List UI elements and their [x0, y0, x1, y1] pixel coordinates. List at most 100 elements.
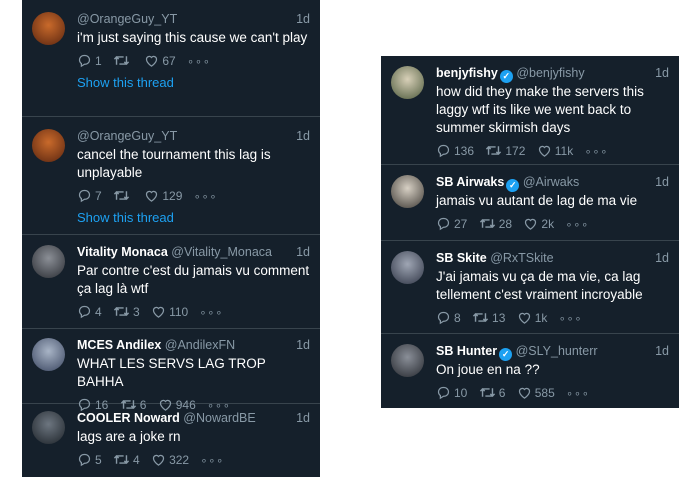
user-handle[interactable]: @benjyfishy	[516, 66, 584, 80]
like-button[interactable]: 110	[151, 304, 188, 320]
user-handle[interactable]: @RxTSkite	[490, 251, 553, 265]
retweet-icon	[113, 55, 130, 66]
show-thread-link[interactable]: Show this thread	[77, 75, 310, 90]
like-count: 129	[162, 189, 183, 203]
tweet[interactable]: SB Hunter ✓ @SLY_hunterr 1d On joue en na…	[381, 334, 679, 408]
reply-count: 136	[454, 144, 475, 158]
like-button[interactable]: 129	[144, 188, 182, 204]
tweet-actions: 4 3 110 ∘∘∘	[77, 304, 310, 320]
user-handle[interactable]: @Vitality_Monaca	[171, 245, 272, 259]
display-name[interactable]: COOLER Noward	[77, 411, 180, 425]
retweet-button[interactable]: 28	[479, 216, 512, 232]
display-name[interactable]: SB Airwaks	[436, 175, 504, 189]
avatar[interactable]	[32, 129, 65, 162]
avatar[interactable]	[32, 245, 65, 278]
like-button[interactable]: 11k	[537, 143, 573, 159]
reply-button[interactable]: 8	[436, 310, 461, 326]
display-name[interactable]: MCES Andilex	[77, 338, 161, 352]
like-button[interactable]: 585	[517, 385, 555, 401]
tweet[interactable]: @OrangeGuy_YT 1d cancel the tournament t…	[22, 117, 320, 235]
like-count: 585	[534, 386, 555, 400]
avatar[interactable]	[32, 411, 65, 444]
show-thread-link[interactable]: Show this thread	[77, 210, 310, 225]
tweet-content: benjyfishy ✓ @benjyfishy 1d how did they …	[436, 65, 669, 159]
tweet[interactable]: SB Skite @RxTSkite 1d J'ai jamais vu ça …	[381, 241, 679, 334]
tweet-time[interactable]: 1d	[655, 65, 669, 82]
display-name[interactable]: benjyfishy	[436, 66, 498, 80]
tweet-actions: 5 4 322 ∘∘∘	[77, 452, 310, 468]
retweet-button[interactable]: 13	[472, 310, 505, 326]
right-tweet-panel: benjyfishy ✓ @benjyfishy 1d how did they …	[381, 56, 679, 408]
avatar[interactable]	[391, 175, 424, 208]
tweet-time[interactable]: 1d	[296, 337, 310, 354]
retweet-count: 172	[505, 144, 526, 158]
tweet-time[interactable]: 1d	[655, 174, 669, 191]
retweet-button[interactable]	[113, 188, 133, 204]
user-handle[interactable]: @SLY_hunterr	[516, 344, 598, 358]
reply-button[interactable]: 1	[77, 53, 102, 69]
user-handle[interactable]: @Airwaks	[523, 175, 579, 189]
like-button[interactable]: 322	[151, 452, 189, 468]
avatar[interactable]	[32, 12, 65, 45]
left-tweet-panel: @OrangeGuy_YT 1d i'm just saying this ca…	[22, 0, 320, 477]
retweet-button[interactable]: 172	[485, 143, 525, 159]
user-handle[interactable]: @NowardBE	[183, 411, 255, 425]
tweet-time[interactable]: 1d	[655, 343, 669, 360]
avatar[interactable]	[391, 66, 424, 99]
user-handle[interactable]: @AndilexFN	[165, 338, 235, 352]
tweet[interactable]: COOLER Noward @NowardBE 1d lags are a jo…	[22, 404, 320, 477]
retweet-button[interactable]: 6	[479, 385, 505, 401]
reply-count: 10	[454, 386, 468, 400]
tweet-time[interactable]: 1d	[296, 410, 310, 427]
heart-icon	[538, 145, 550, 157]
avatar[interactable]	[391, 344, 424, 377]
tweet-time[interactable]: 1d	[296, 244, 310, 261]
reply-icon	[437, 217, 450, 231]
display-name[interactable]: Vitality Monaca	[77, 245, 168, 259]
more-icon[interactable]: ∘∘∘	[187, 54, 211, 70]
reply-button[interactable]: 7	[77, 188, 102, 204]
like-button[interactable]: 1k	[517, 310, 547, 326]
tweet[interactable]: SB Airwaks ✓ @Airwaks 1d jamais vu autant…	[381, 165, 679, 241]
tweet-text: how did they make the servers this laggy…	[436, 84, 644, 135]
reply-button[interactable]: 4	[77, 304, 102, 320]
heart-icon	[518, 387, 530, 399]
display-name[interactable]: SB Skite	[436, 251, 487, 265]
like-button[interactable]: 67	[144, 53, 176, 69]
tweet-time[interactable]: 1d	[655, 250, 669, 267]
tweet-content: COOLER Noward @NowardBE 1d lags are a jo…	[77, 410, 310, 468]
heart-icon	[152, 454, 165, 466]
reply-button[interactable]: 136	[436, 143, 474, 159]
like-button[interactable]: 2k	[523, 216, 554, 232]
user-handle[interactable]: @OrangeGuy_YT	[77, 129, 177, 143]
reply-button[interactable]: 27	[436, 216, 467, 232]
tweet[interactable]: Vitality Monaca @Vitality_Monaca 1d Par …	[22, 235, 320, 329]
reply-count: 27	[454, 217, 468, 231]
retweet-count: 3	[133, 305, 140, 319]
tweet[interactable]: MCES Andilex @AndilexFN 1d WHAT LES SERV…	[22, 329, 320, 412]
retweet-button[interactable]	[113, 53, 133, 69]
reply-button[interactable]: 10	[436, 385, 467, 401]
reply-button[interactable]: 5	[77, 452, 102, 468]
retweet-button[interactable]: 4	[113, 452, 140, 468]
more-icon[interactable]: ∘∘∘	[194, 189, 218, 205]
more-icon[interactable]: ∘∘∘	[585, 144, 609, 160]
tweet[interactable]: benjyfishy ✓ @benjyfishy 1d how did they …	[381, 56, 679, 165]
avatar[interactable]	[391, 251, 424, 284]
display-name[interactable]: SB Hunter	[436, 344, 497, 358]
retweet-count: 28	[498, 217, 513, 231]
retweet-button[interactable]: 3	[113, 304, 140, 320]
more-icon[interactable]: ∘∘∘	[200, 305, 224, 321]
tweet[interactable]: @OrangeGuy_YT 1d i'm just saying this ca…	[22, 0, 320, 117]
tweet-time[interactable]: 1d	[296, 11, 310, 28]
more-icon[interactable]: ∘∘∘	[566, 386, 590, 402]
tweet-time[interactable]: 1d	[296, 128, 310, 145]
more-icon[interactable]: ∘∘∘	[559, 311, 583, 327]
reply-icon	[78, 189, 91, 203]
user-handle[interactable]: @OrangeGuy_YT	[77, 12, 177, 26]
more-icon[interactable]: ∘∘∘	[200, 453, 224, 469]
retweet-icon	[113, 454, 130, 465]
avatar[interactable]	[32, 338, 65, 371]
tweet-header: @OrangeGuy_YT 1d	[77, 128, 310, 145]
more-icon[interactable]: ∘∘∘	[565, 217, 589, 233]
